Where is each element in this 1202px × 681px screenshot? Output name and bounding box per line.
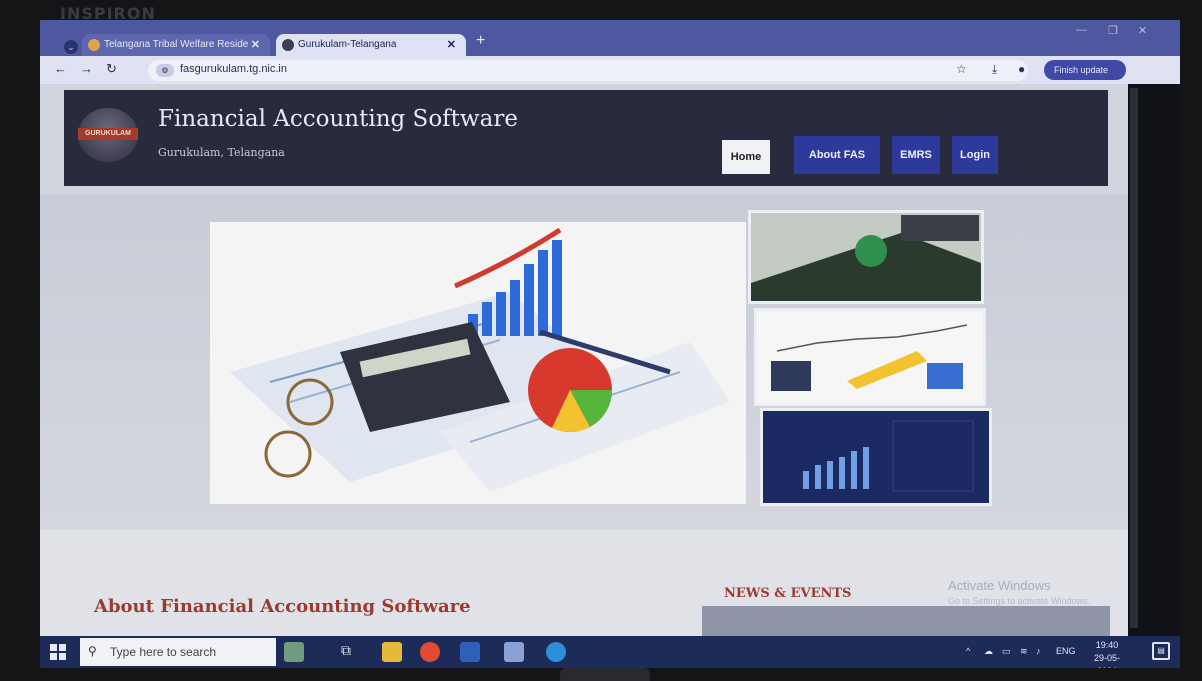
download-icon[interactable]: ⤓: [992, 62, 997, 77]
clock-date: 29-05-2024: [1093, 653, 1120, 668]
monitor-bezel: INSPIRON ⌄ Telangana Tribal Welfare Resi…: [0, 0, 1202, 681]
financial-data-thumbnail: [760, 408, 992, 506]
logo-text: GURUKULAM: [78, 128, 138, 140]
globe-favicon-icon: [282, 39, 294, 51]
window-close-icon[interactable]: ✕: [1138, 24, 1147, 37]
search-placeholder: Type here to search: [110, 645, 217, 659]
site-info-icon[interactable]: ⚙: [156, 64, 174, 77]
scrollbar-thumb[interactable]: [1130, 88, 1138, 628]
wifi-icon[interactable]: ≋: [1020, 646, 1028, 657]
nav-home[interactable]: Home: [722, 140, 770, 174]
monitor-stand: [560, 668, 650, 681]
activate-windows-subtitle: Go to Settings to activate Windows.: [948, 596, 1091, 606]
app-icon[interactable]: [284, 642, 304, 662]
tab-gurukulam[interactable]: Gurukulam-Telangana ✕: [276, 34, 466, 56]
chrome-icon[interactable]: [420, 642, 440, 662]
reload-icon[interactable]: ↻: [106, 61, 117, 77]
tab-strip: ⌄ Telangana Tribal Welfare Reside ✕ Guru…: [40, 20, 1180, 56]
close-icon[interactable]: ✕: [251, 34, 260, 56]
growth-chart-thumbnail: [754, 308, 986, 406]
close-icon[interactable]: ✕: [447, 34, 456, 56]
news-panel: [702, 606, 1110, 636]
tray-chevron-icon[interactable]: ^: [966, 646, 970, 656]
accounting-illustration: [210, 222, 746, 504]
battery-icon[interactable]: ▭: [1002, 646, 1011, 657]
edge-icon[interactable]: [546, 642, 566, 662]
file-explorer-icon[interactable]: [382, 642, 402, 662]
bookmark-star-icon[interactable]: ☆: [956, 62, 967, 76]
hero-banner: [40, 194, 1128, 530]
taskbar: ⚲ Type here to search ⧉ ^ ☁ ▭ ≋ ♪ ENG 19…: [40, 636, 1180, 668]
site-subtitle: Gurukulam, Telangana: [158, 146, 285, 159]
tab-telangana-tribal[interactable]: Telangana Tribal Welfare Reside ✕: [82, 34, 270, 56]
site-title: Financial Accounting Software: [158, 106, 518, 132]
tab-title: Telangana Tribal Welfare Reside: [104, 39, 249, 50]
nav-about-fas[interactable]: About FAS: [794, 136, 880, 174]
tribal-favicon-icon: [88, 39, 100, 51]
screen: ⌄ Telangana Tribal Welfare Reside ✕ Guru…: [40, 20, 1180, 668]
nav-emrs[interactable]: EMRS: [892, 136, 940, 174]
onedrive-icon[interactable]: ☁: [984, 646, 993, 657]
scrollbar[interactable]: [1128, 84, 1180, 636]
clock-time: 19:40: [1095, 640, 1119, 650]
profile-icon[interactable]: ●: [1018, 62, 1025, 76]
address-bar[interactable]: ⚙ fasgurukulam.tg.nic.in: [148, 60, 1028, 81]
tab-search-icon[interactable]: ⌄: [64, 40, 78, 54]
url-text[interactable]: fasgurukulam.tg.nic.in: [180, 63, 287, 75]
store-icon[interactable]: [504, 642, 524, 662]
word-icon[interactable]: [460, 642, 480, 662]
about-heading: About Financial Accounting Software: [94, 596, 471, 617]
taskbar-search[interactable]: ⚲ Type here to search: [80, 638, 276, 666]
spreadsheet-thumbnail: [748, 210, 984, 304]
back-icon[interactable]: ←: [54, 61, 67, 76]
clock[interactable]: 19:40 29-05-2024: [1084, 639, 1130, 668]
content-section: Activate Windows Go to Settings to activ…: [40, 530, 1128, 636]
search-icon: ⚲: [88, 644, 97, 658]
nav-login[interactable]: Login: [952, 136, 998, 174]
notifications-icon[interactable]: ▤: [1152, 642, 1170, 660]
address-bar-row: ← → ↻ ⚙ fasgurukulam.tg.nic.in ☆ ⤓ ● Fin…: [40, 56, 1180, 84]
activate-windows-title: Activate Windows: [948, 578, 1051, 593]
finish-update-button[interactable]: Finish update: [1044, 60, 1126, 80]
minimize-icon[interactable]: —: [1076, 24, 1087, 36]
task-view-icon[interactable]: ⧉: [336, 642, 356, 662]
volume-icon[interactable]: ♪: [1036, 646, 1041, 656]
page-viewport: GURUKULAM Financial Accounting Software …: [40, 84, 1128, 636]
windows-start-icon[interactable]: [50, 644, 66, 660]
restore-icon[interactable]: ❐: [1108, 24, 1118, 37]
forward-icon[interactable]: →: [80, 61, 93, 76]
tab-title: Gurukulam-Telangana: [298, 39, 397, 50]
gurukulam-logo[interactable]: GURUKULAM: [78, 108, 138, 162]
language-indicator[interactable]: ENG: [1056, 646, 1076, 656]
site-header: GURUKULAM Financial Accounting Software …: [64, 90, 1108, 186]
news-heading: NEWS & EVENTS: [724, 586, 852, 601]
new-tab-button[interactable]: +: [476, 32, 485, 50]
